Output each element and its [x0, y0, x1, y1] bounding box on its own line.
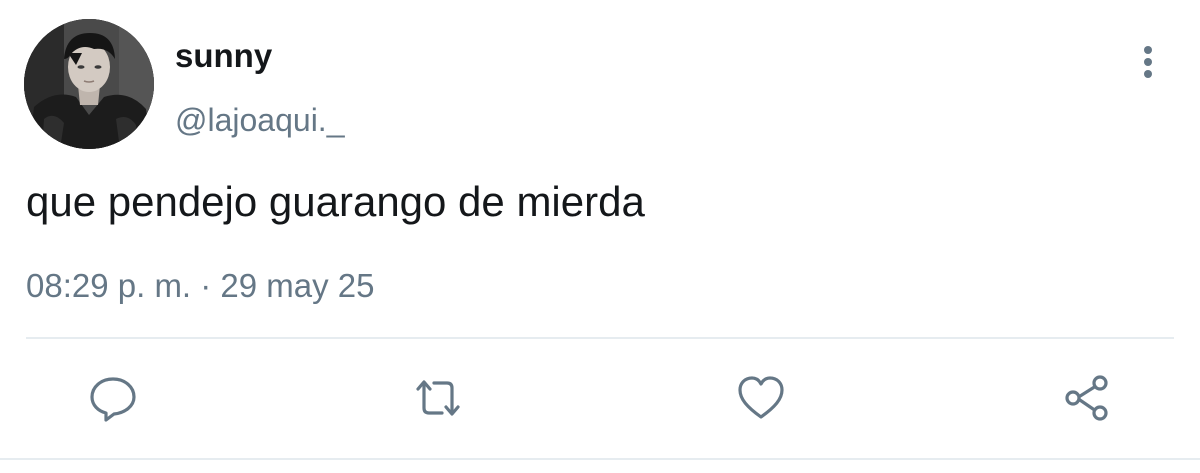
retweet-button[interactable]: [412, 372, 464, 424]
retweet-arrows-icon: [416, 380, 460, 416]
display-name[interactable]: sunny: [175, 36, 272, 76]
tweet-timestamp[interactable]: 08:29 p. m. · 29 may 25: [26, 264, 375, 308]
share-button[interactable]: [1061, 372, 1113, 424]
share-nodes-icon: [1065, 375, 1108, 421]
more-vertical-icon: [1144, 46, 1152, 78]
reply-button[interactable]: [87, 372, 139, 424]
more-options-button[interactable]: [1128, 40, 1168, 84]
user-handle[interactable]: @lajoaqui._: [175, 100, 344, 140]
avatar[interactable]: [24, 19, 154, 149]
speech-bubble-icon: [90, 377, 136, 422]
tweet-text: que pendejo guarango de mierda: [26, 178, 645, 225]
avatar-photo: [24, 19, 154, 149]
tweet-card: sunny @lajoaqui._ que pendejo guarango d…: [0, 0, 1200, 473]
divider: [26, 337, 1174, 339]
like-button[interactable]: [735, 372, 787, 424]
bottom-divider: [0, 458, 1200, 460]
heart-icon: [738, 376, 784, 419]
